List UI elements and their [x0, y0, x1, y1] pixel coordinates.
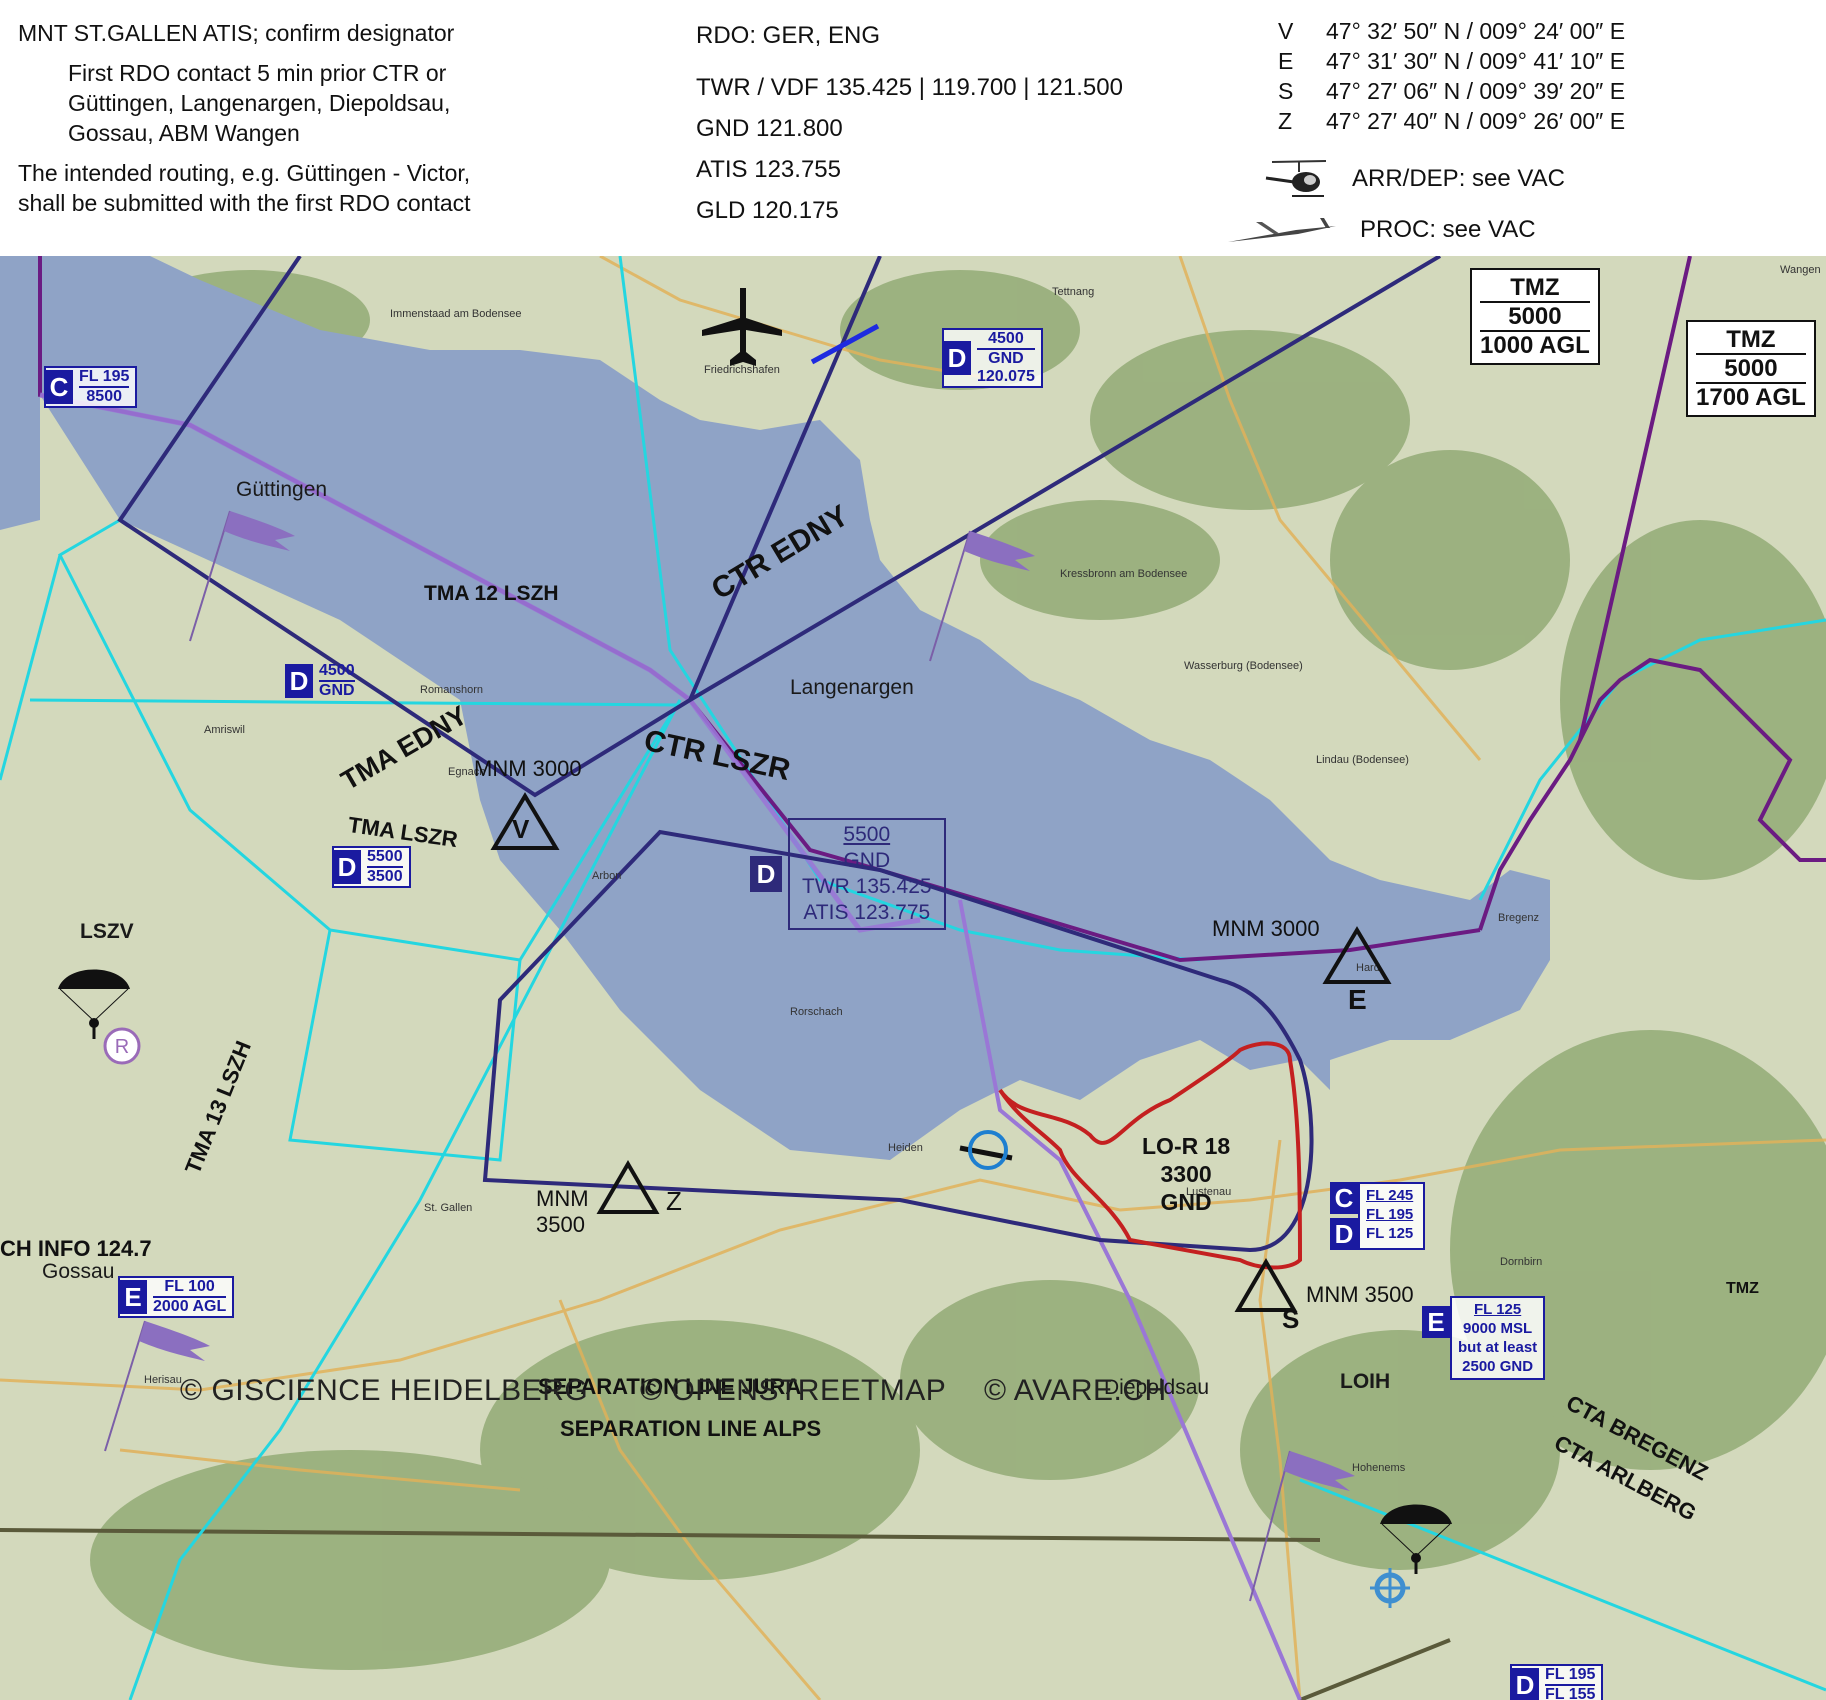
copyright-osm: © OPENSTREETMAP — [640, 1374, 947, 1407]
rdo-languages: RDO: GER, ENG — [696, 22, 881, 49]
airspace-class-e-box: E FL 125 9000 MSL but at least 2500 GND — [1422, 1296, 1546, 1380]
map-base-layer — [0, 256, 1826, 1700]
coord-row: Z 47° 27′ 40″ N / 009° 26′ 00″ E — [1278, 108, 1626, 134]
first-contact-block: First RDO contact 5 min prior CTR or Güt… — [18, 58, 578, 148]
place-immenstaad: Immenstaad am Bodensee — [390, 308, 522, 320]
copyright-avare: © AVARE.CH — [984, 1374, 1167, 1407]
place-herisau: Herisau — [144, 1374, 182, 1386]
svg-text:R: R — [115, 1036, 129, 1058]
airspace-class-d-box: D FL 195 FL 155 — [1510, 1664, 1604, 1700]
airfield-lszv: LSZV — [80, 920, 134, 943]
helicopter-icon — [1265, 160, 1327, 197]
place-guttingen: Güttingen — [236, 478, 328, 501]
tmz-box: TMZ 5000 1000 AGL — [1470, 268, 1600, 365]
place-kressbronn: Kressbronn am Bodensee — [1060, 568, 1188, 580]
copyright-giscience: © GISCIENCE HEIDELBERG — [180, 1374, 589, 1407]
place-wangen: Wangen — [1780, 264, 1821, 276]
atis-frequency: ATIS 123.755 — [696, 156, 841, 183]
place-wasserburg: Wasserburg (Bodensee) — [1184, 660, 1303, 672]
contact-line: Güttingen, Langenargen, Diepoldsau, — [68, 90, 451, 116]
glider-icon — [1228, 218, 1336, 242]
tmz-label: TMZ — [1726, 1280, 1759, 1297]
coord-row: V 47° 32′ 50″ N / 009° 24′ 00″ E — [1278, 18, 1626, 44]
place-lindau: Lindau (Bodensee) — [1316, 754, 1409, 766]
mnm-e: MNM 3000 — [1212, 916, 1320, 941]
proc-label: PROC: see VAC — [1360, 216, 1536, 243]
airspace-class-c-box: C FL 195 8500 — [44, 366, 138, 408]
atis-instructions: MNT ST.GALLEN ATIS; confirm designator F… — [18, 18, 578, 218]
glider-legend: PROC: see VAC — [1226, 212, 1536, 248]
airspace-class-d-box: D 4500 GND 120.075 — [942, 328, 1043, 388]
airport-icon — [702, 288, 782, 366]
reporting-point-triangle-icon — [1322, 926, 1392, 984]
mnm-z: MNM 3500 — [536, 1186, 589, 1237]
lake-west-arm — [0, 256, 40, 530]
ch-info-label: CH INFO 124.7 — [0, 1236, 152, 1261]
place-amriswil: Amriswil — [204, 724, 245, 736]
windsock-icon — [1249, 1450, 1355, 1602]
airspace-class-e-box: E FL 100 2000 AGL — [118, 1276, 235, 1318]
place-dornbirn: Dornbirn — [1500, 1256, 1543, 1268]
gnd-frequency: GND 121.800 — [696, 115, 843, 142]
place-rorschach: Rorschach — [790, 1006, 843, 1018]
place-st-gallen: St. Gallen — [424, 1202, 473, 1214]
ctr-lszr-class-box: D 5500 GND TWR 135.425 ATIS 123.775 — [750, 818, 946, 930]
airspace-map: R Güttingen Langenargen Gossau Diepoldsa… — [0, 256, 1826, 1700]
coord-row: S 47° 27′ 06″ N / 009° 39′ 20″ E — [1278, 78, 1626, 104]
heliport-icon — [1370, 1568, 1410, 1608]
place-tettnang: Tettnang — [1052, 286, 1095, 298]
windsock-icon — [929, 530, 1035, 662]
contact-line: First RDO contact 5 min prior CTR or — [68, 60, 447, 86]
place-bregenz: Bregenz — [1498, 912, 1539, 924]
place-langenargen: Langenargen — [790, 676, 914, 699]
routing-line: The intended routing, e.g. Güttingen - V… — [18, 160, 471, 186]
separation-alps-label: SEPARATION LINE ALPS — [560, 1416, 822, 1441]
mnm-v: MNM 3000 — [474, 756, 582, 781]
place-romanshorn: Romanshorn — [420, 684, 483, 696]
reporting-point-z: Z — [596, 1160, 682, 1221]
reporting-point-e: E — [1322, 926, 1392, 1015]
windsock-icon — [189, 510, 295, 642]
reporting-point-coords: V 47° 32′ 50″ N / 009° 24′ 00″ E E 47° 31′… — [1278, 18, 1625, 138]
info-header: MNT ST.GALLEN ATIS; confirm designator F… — [0, 0, 1826, 256]
twr-frequency: TWR / VDF 135.425 | 119.700 | 121.500 — [696, 74, 1123, 101]
airspace-class-d-box: D 5500 3500 — [332, 846, 411, 888]
airspace-class-cd-stack: C D FL 245 FL 195 FL 125 — [1330, 1182, 1426, 1250]
atis-line: MNT ST.GALLEN ATIS; confirm designator — [18, 20, 455, 46]
place-arbon: Arbon — [592, 870, 622, 882]
gld-frequency: GLD 120.175 — [696, 197, 839, 224]
routing-line: shall be submitted with the first RDO co… — [18, 190, 471, 216]
place-gossau: Gossau — [42, 1260, 115, 1283]
tmz-box: TMZ 5000 1700 AGL — [1686, 320, 1816, 417]
reporting-point-s: S — [1234, 1258, 1299, 1334]
airfield-loih: LOIH — [1340, 1370, 1391, 1393]
reporting-point-v: V — [490, 792, 560, 857]
frequencies: RDO: GER, ENG TWR / VDF 135.425 | 119.70… — [696, 22, 1123, 238]
place-heiden: Heiden — [888, 1142, 923, 1154]
place-friedrichshafen: Friedrichshafen — [704, 364, 780, 376]
coord-row: E 47° 31′ 30″ N / 009° 41′ 10″ E — [1278, 48, 1626, 74]
parachute-icon — [1380, 1504, 1452, 1574]
restricted-airfield-icon: R — [103, 1027, 141, 1065]
helicopter-legend: ARR/DEP: see VAC — [1262, 158, 1565, 200]
arr-dep-label: ARR/DEP: see VAC — [1352, 165, 1565, 192]
tma12-label: TMA 12 LSZH — [424, 582, 559, 605]
restricted-area-label: LO-R 18 3300 GND — [1142, 1133, 1231, 1215]
reporting-point-triangle-icon — [596, 1160, 660, 1214]
contact-line: Gossau, ABM Wangen — [68, 120, 300, 146]
mnm-s: MNM 3500 — [1306, 1282, 1414, 1307]
place-hohenems: Hohenems — [1352, 1462, 1406, 1474]
airspace-class-d-box: D 4500 GND — [285, 662, 361, 700]
